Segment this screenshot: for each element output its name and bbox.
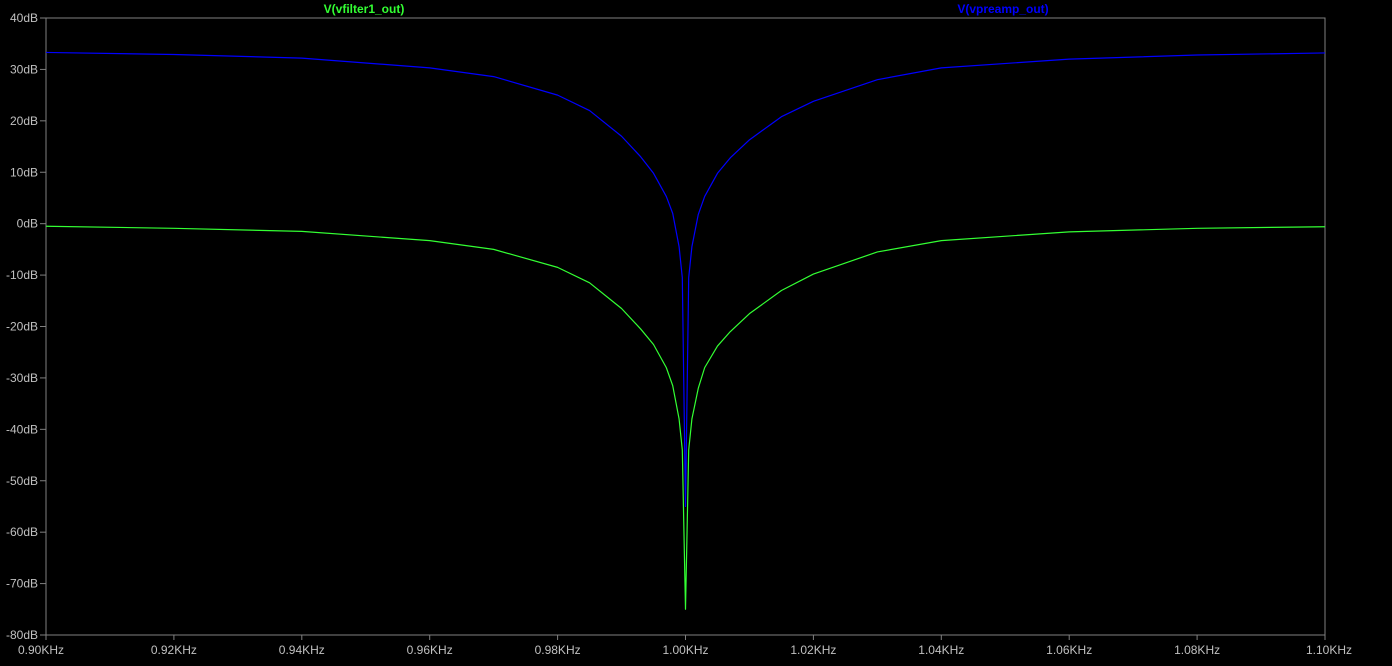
y-tick-label: -60dB bbox=[6, 525, 38, 539]
series-lines bbox=[45, 51, 1326, 610]
x-tick-label: 0.98KHz bbox=[535, 643, 581, 657]
legend-label-vpreamp-out[interactable]: V(vpreamp_out) bbox=[957, 2, 1048, 16]
x-tick-label: 0.92KHz bbox=[151, 643, 197, 657]
x-axis-ticks: 0.90KHz 0.92KHz 0.94KHz 0.96KHz 0.98KHz 1.00K… bbox=[18, 635, 1352, 657]
x-tick-label: 1.02KHz bbox=[790, 643, 836, 657]
plot-area-frame bbox=[45, 17, 1326, 636]
y-tick-label: -10dB bbox=[6, 268, 38, 282]
y-tick-label: -80dB bbox=[6, 628, 38, 642]
y-tick-label: -20dB bbox=[6, 320, 38, 334]
legend-label-vfilter1-out[interactable]: V(vfilter1_out) bbox=[324, 2, 405, 16]
x-tick-label: 1.08KHz bbox=[1174, 643, 1220, 657]
x-tick-label: 0.90KHz bbox=[18, 643, 64, 657]
y-axis-ticks: 40dB 30dB 20dB 10dB 0dB -10dB -20dB -30dB -40dB -… bbox=[6, 11, 46, 642]
x-tick-label: 0.96KHz bbox=[407, 643, 453, 657]
y-tick-label: 40dB bbox=[10, 11, 38, 25]
bode-plot: 40dB 30dB 20dB 10dB 0dB -10dB -20dB -30dB -40dB -… bbox=[0, 0, 1392, 661]
y-tick-label: -30dB bbox=[6, 371, 38, 385]
y-tick-label: 10dB bbox=[10, 165, 38, 179]
y-tick-label: -40dB bbox=[6, 422, 38, 436]
series-line-vfilter1-out bbox=[45, 225, 1326, 610]
legend: V(vfilter1_out) V(vpreamp_out) bbox=[324, 2, 1049, 16]
x-tick-label: 1.10KHz bbox=[1306, 643, 1352, 657]
y-tick-label: -70dB bbox=[6, 577, 38, 591]
x-tick-label: 0.94KHz bbox=[279, 643, 325, 657]
x-tick-label: 1.00KHz bbox=[662, 643, 708, 657]
y-tick-label: -50dB bbox=[6, 474, 38, 488]
chart-svg: 40dB 30dB 20dB 10dB 0dB -10dB -20dB -30dB -40dB -… bbox=[6, 2, 1352, 657]
y-tick-label: 20dB bbox=[10, 114, 38, 128]
x-tick-label: 1.04KHz bbox=[918, 643, 964, 657]
y-tick-label: 0dB bbox=[17, 217, 38, 231]
series-line-vpreamp-out bbox=[45, 51, 1326, 508]
x-tick-label: 1.06KHz bbox=[1046, 643, 1092, 657]
y-tick-label: 30dB bbox=[10, 62, 38, 76]
